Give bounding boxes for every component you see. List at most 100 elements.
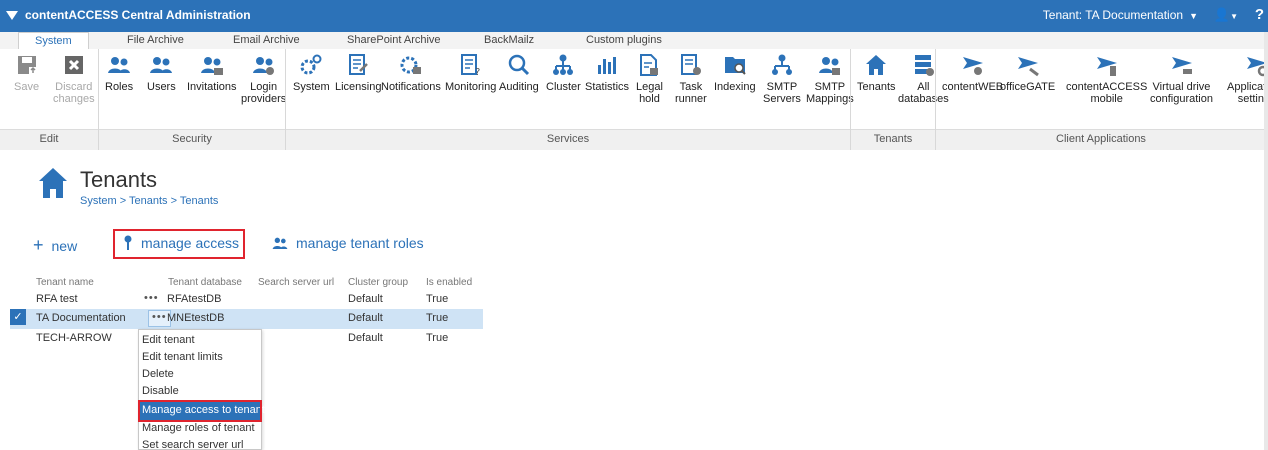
auditing-button[interactable]: Auditing <box>499 53 539 93</box>
group-label-services: Services <box>546 133 590 145</box>
save-label: Save <box>14 81 40 93</box>
cluster-button[interactable]: Cluster <box>546 53 581 93</box>
new-action[interactable]: + new <box>33 235 77 256</box>
row-menu-button[interactable]: ••• <box>144 292 159 304</box>
mobile-label-1: contentACCESS <box>1066 81 1148 93</box>
manage-access-label: manage access <box>141 235 240 251</box>
indexing-label: Indexing <box>714 81 756 93</box>
smtp-mappings-button[interactable]: SMTP Mappings <box>806 53 854 105</box>
smtp-servers-button[interactable]: SMTP Servers <box>763 53 801 105</box>
table-row[interactable]: RFA test ••• RFAtestDB Default True <box>10 290 483 310</box>
checkmark-icon[interactable]: ✓ <box>10 309 26 325</box>
menu-item-delete[interactable]: Delete <box>142 368 174 380</box>
contentaccess-mobile-button[interactable]: contentACCESS mobile <box>1066 53 1147 105</box>
monitoring-button[interactable]: ? Monitoring <box>445 53 496 93</box>
invitations-label: Invitations <box>187 81 237 93</box>
column-header-is-enabled[interactable]: Is enabled <box>426 277 472 288</box>
licensing-button[interactable]: Licensing <box>335 53 381 93</box>
home-icon <box>866 55 887 75</box>
tab-backmailz[interactable]: BackMailz <box>484 34 534 46</box>
roles-button[interactable]: Roles <box>105 53 133 93</box>
invitations-button[interactable]: Invitations <box>187 53 237 93</box>
menu-item-set-search-server-url[interactable]: Set search server url <box>142 439 243 450</box>
indexing-button[interactable]: Indexing <box>714 53 756 93</box>
ribbon: Save Discard changes Edit Roles Users In… <box>0 49 1268 150</box>
users-icon <box>272 237 288 249</box>
notifications-button[interactable]: Notifications <box>381 53 441 93</box>
menu-item-edit-tenant[interactable]: Edit tenant <box>142 334 195 346</box>
vdrive-label-2: configuration <box>1150 93 1213 105</box>
search-icon <box>508 54 529 76</box>
app-menu-icon[interactable] <box>6 10 18 20</box>
cluster-group-cell: Default <box>348 293 383 305</box>
help-icon[interactable]: ? <box>1255 6 1264 23</box>
menu-item-manage-access-to-tenant[interactable]: Manage access to tenant <box>138 400 265 422</box>
column-header-search-server-url[interactable]: Search server url <box>258 277 334 288</box>
gears-icon <box>300 54 322 75</box>
vertical-scrollbar[interactable] <box>1264 32 1268 450</box>
tenant-name-cell: TA Documentation <box>36 312 126 324</box>
virtual-drive-configuration-button[interactable]: Virtual drive configuration <box>1150 53 1213 105</box>
login-label-2: providers <box>241 93 287 105</box>
task-label-2: runner <box>675 93 707 105</box>
smtp-label-1: SMTP <box>766 81 798 93</box>
applications-settings-button[interactable]: Applications settings <box>1227 53 1268 105</box>
tab-email-archive[interactable]: Email Archive <box>233 34 300 46</box>
column-header-tenant-name[interactable]: Tenant name <box>36 277 94 288</box>
save-button[interactable]: Save <box>14 53 39 93</box>
menu-item-manage-roles-of-tenant[interactable]: Manage roles of tenant <box>142 422 255 434</box>
user-menu-icon[interactable]: 👤▼ <box>1214 7 1238 23</box>
legal-label-2: hold <box>639 93 660 105</box>
breadcrumb[interactable]: System > Tenants > Tenants <box>80 195 218 207</box>
table-row-selected[interactable]: TA Documentation ••• MNEtestDB Default T… <box>10 309 483 329</box>
users-button[interactable]: Users <box>147 53 176 93</box>
manage-access-action[interactable]: manage access <box>123 235 239 251</box>
tenant-name-cell: TECH-ARROW <box>36 332 112 344</box>
discard-icon <box>64 56 83 74</box>
cluster-label: Cluster <box>546 81 581 93</box>
is-enabled-cell: True <box>426 332 449 344</box>
tab-sharepoint-archive[interactable]: SharePoint Archive <box>347 34 441 46</box>
tab-custom-plugins[interactable]: Custom plugins <box>586 34 662 46</box>
svg-text:?: ? <box>475 67 480 77</box>
manage-roles-label: manage tenant roles <box>296 235 424 251</box>
save-icon <box>17 56 37 75</box>
login-providers-button[interactable]: Login providers <box>241 53 286 105</box>
legal-hold-button[interactable]: Legal hold <box>636 53 663 105</box>
mobile-label-2: mobile <box>1090 93 1123 105</box>
vdrive-label-1: Virtual drive <box>1152 81 1211 93</box>
system-label: System <box>293 81 330 93</box>
group-label-edit: Edit <box>39 133 59 145</box>
cluster-group-cell: Default <box>348 332 383 344</box>
manage-tenant-roles-action[interactable]: manage tenant roles <box>272 235 424 251</box>
menu-item-edit-tenant-limits[interactable]: Edit tenant limits <box>142 351 223 363</box>
task-label-1: Task <box>679 81 703 93</box>
statistics-button[interactable]: Statistics <box>585 53 629 93</box>
login-label-1: Login <box>250 81 278 93</box>
tenants-button[interactable]: Tenants <box>857 53 896 93</box>
system-button[interactable]: System <box>293 53 330 93</box>
officegate-button[interactable]: officeGATE <box>1000 53 1055 93</box>
discard-changes-button[interactable]: Discard changes <box>53 53 95 105</box>
tab-file-archive[interactable]: File Archive <box>127 34 184 46</box>
monitoring-icon: ? <box>460 54 480 77</box>
discard-label-2: changes <box>53 93 95 105</box>
new-label: new <box>51 237 78 254</box>
tenant-database-cell: RFAtestDB <box>167 293 222 305</box>
task-runner-button[interactable]: Task runner <box>675 53 707 105</box>
contentweb-button[interactable]: contentWEB <box>942 53 1003 93</box>
roles-icon <box>108 57 131 73</box>
cluster-group-cell: Default <box>348 312 383 324</box>
tab-system[interactable]: System <box>18 32 89 50</box>
tenant-selector[interactable]: Tenant: TA Documentation ▼ <box>1043 8 1198 22</box>
app-logo[interactable]: contentACCESS Central Administration <box>6 8 251 22</box>
virtual-drive-icon <box>1171 57 1192 74</box>
smtp-label-2: Servers <box>763 93 801 105</box>
column-header-cluster-group[interactable]: Cluster group <box>348 277 408 288</box>
statistics-label: Statistics <box>585 81 630 93</box>
column-header-tenant-database[interactable]: Tenant database <box>168 277 242 288</box>
discard-label-1: Discard <box>55 81 93 93</box>
all-label-2: databases <box>898 93 949 105</box>
smtpm-label-1: SMTP <box>814 81 846 93</box>
menu-item-disable[interactable]: Disable <box>142 385 179 397</box>
